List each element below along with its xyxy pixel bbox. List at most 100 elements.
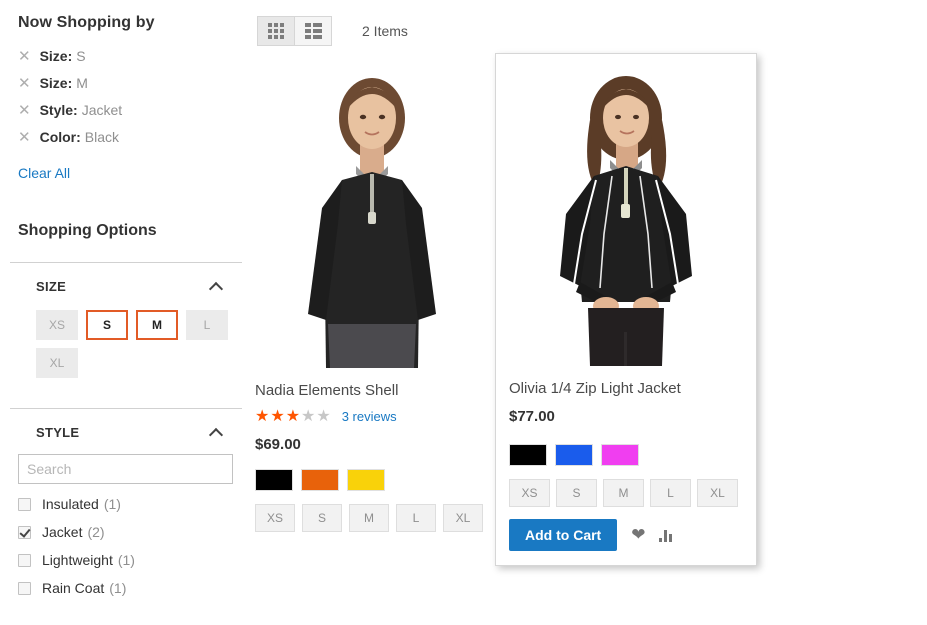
checkbox-icon[interactable] [18, 581, 31, 595]
style-option-label: Lightweight [42, 552, 113, 568]
now-shopping-by-title: Now Shopping by [18, 14, 155, 31]
product-grid: Nadia Elements Shell ★★★★★ 3 reviews $69… [252, 53, 927, 566]
chevron-up-icon[interactable] [210, 282, 224, 291]
filter-value: S [76, 48, 86, 64]
filter-group-style: STYLE [0, 409, 252, 440]
product-image[interactable] [508, 64, 744, 366]
heart-icon: ❤ [631, 524, 646, 545]
style-option-label: Rain Coat [42, 580, 105, 596]
add-to-compare-button[interactable] [659, 528, 673, 542]
product-size-s[interactable]: S [302, 504, 342, 532]
product-size-xl[interactable]: XL [443, 504, 483, 532]
style-option-count: (1) [103, 496, 121, 512]
star-rating-icon: ★★★★★ [255, 406, 332, 425]
checkbox-icon[interactable] [18, 553, 31, 567]
product-size-s[interactable]: S [556, 479, 597, 507]
color-swatch-magenta[interactable] [601, 444, 639, 466]
product-list-main: 2 Items Nadia Elements Shell ★★★★★ 3 rev… [252, 0, 927, 566]
add-to-wishlist-button[interactable]: ❤ [631, 524, 646, 545]
product-listing-page: Now Shopping by ✕ Size: S ✕ Size: M ✕ St… [0, 0, 927, 625]
product-size-xs[interactable]: XS [255, 504, 295, 532]
style-option-label: Insulated [42, 496, 99, 512]
reviews-link[interactable]: 3 reviews [342, 409, 397, 424]
filter-group-size-header[interactable]: SIZE [28, 263, 232, 294]
filter-group-size: SIZE XS S M L XL [0, 263, 252, 386]
product-image[interactable] [252, 56, 492, 368]
sidebar: Now Shopping by ✕ Size: S ✕ Size: M ✕ St… [0, 0, 252, 608]
color-swatch-orange[interactable] [301, 469, 339, 491]
items-count-label: 2 Items [362, 23, 408, 39]
add-to-cart-button[interactable]: Add to Cart [509, 519, 618, 551]
list-view-button[interactable] [294, 17, 331, 45]
close-icon[interactable]: ✕ [18, 76, 31, 91]
filter-group-size-title: SIZE [36, 279, 67, 294]
product-card[interactable]: Olivia 1/4 Zip Light Jacket $77.00 XS S … [495, 53, 757, 566]
chevron-up-icon[interactable] [210, 428, 224, 437]
active-filter-color-black[interactable]: ✕ Color: Black [18, 129, 252, 145]
product-size-l[interactable]: L [396, 504, 436, 532]
checkbox-checked-icon[interactable] [18, 525, 31, 539]
size-option-xl[interactable]: XL [36, 348, 78, 378]
color-swatch-blue[interactable] [555, 444, 593, 466]
product-size-m[interactable]: M [603, 479, 644, 507]
style-option-list: Insulated (1) Jacket (2) Lightweight (1)… [0, 484, 252, 596]
list-view-icon [304, 23, 322, 39]
active-filter-size-m[interactable]: ✕ Size: M [18, 75, 252, 91]
filter-label: Size: [39, 48, 73, 64]
active-filter-size-s[interactable]: ✕ Size: S [18, 48, 252, 64]
compare-bars-icon [659, 528, 673, 542]
style-option-count: (2) [87, 524, 105, 540]
size-swatch-list: XS S M L XL [18, 294, 242, 386]
filter-value: Jacket [81, 102, 123, 118]
product-size-l[interactable]: L [650, 479, 691, 507]
view-mode-switcher [257, 16, 332, 46]
close-icon[interactable]: ✕ [18, 103, 31, 118]
grid-view-button[interactable] [258, 17, 294, 45]
style-search-wrapper [18, 454, 242, 484]
style-option-count: (1) [117, 552, 135, 568]
color-swatch-black[interactable] [255, 469, 293, 491]
size-option-s[interactable]: S [86, 310, 128, 340]
size-option-xs[interactable]: XS [36, 310, 78, 340]
filter-value: M [76, 75, 88, 91]
style-option-jacket[interactable]: Jacket (2) [18, 524, 252, 540]
style-option-rain-coat[interactable]: Rain Coat (1) [18, 580, 252, 596]
color-swatch-yellow[interactable] [347, 469, 385, 491]
product-size-m[interactable]: M [349, 504, 389, 532]
grid-view-icon [268, 23, 284, 39]
filter-value: Black [84, 129, 120, 145]
product-price: $69.00 [255, 436, 301, 453]
product-price: $77.00 [509, 408, 555, 425]
style-option-count: (1) [109, 580, 127, 596]
product-name-link[interactable]: Olivia 1/4 Zip Light Jacket [509, 380, 744, 398]
style-option-label: Jacket [42, 524, 83, 540]
product-actions: Add to Cart ❤ [509, 519, 744, 551]
checkbox-icon[interactable] [18, 497, 31, 511]
close-icon[interactable]: ✕ [18, 49, 31, 64]
product-size-xl[interactable]: XL [697, 479, 738, 507]
style-option-lightweight[interactable]: Lightweight (1) [18, 552, 252, 568]
product-list-toolbar: 2 Items [252, 6, 927, 50]
product-size-swatches: XS S M L XL [509, 479, 744, 507]
style-option-insulated[interactable]: Insulated (1) [18, 496, 252, 512]
product-color-swatches [509, 444, 744, 466]
active-filter-style-jacket[interactable]: ✕ Style: Jacket [18, 102, 252, 118]
size-option-l[interactable]: L [186, 310, 228, 340]
filter-label: Size: [39, 75, 73, 91]
filter-label: Color: [39, 129, 81, 145]
color-swatch-black[interactable] [509, 444, 547, 466]
filter-group-style-title: STYLE [36, 425, 80, 440]
product-name-link[interactable]: Nadia Elements Shell [255, 382, 492, 400]
style-search-input[interactable] [18, 454, 233, 484]
close-icon[interactable]: ✕ [18, 130, 31, 145]
filter-label: Style: [39, 102, 78, 118]
product-size-swatches: XS S M L XL [255, 504, 492, 532]
product-color-swatches [255, 469, 492, 491]
product-size-xs[interactable]: XS [509, 479, 550, 507]
product-card[interactable]: Nadia Elements Shell ★★★★★ 3 reviews $69… [252, 56, 492, 566]
shopping-options-title: Shopping Options [18, 222, 157, 239]
active-filters-list: ✕ Size: S ✕ Size: M ✕ Style: Jacket ✕ Co… [0, 48, 252, 145]
clear-all-link[interactable]: Clear All [0, 165, 70, 181]
size-option-m[interactable]: M [136, 310, 178, 340]
filter-group-style-header[interactable]: STYLE [28, 409, 232, 440]
